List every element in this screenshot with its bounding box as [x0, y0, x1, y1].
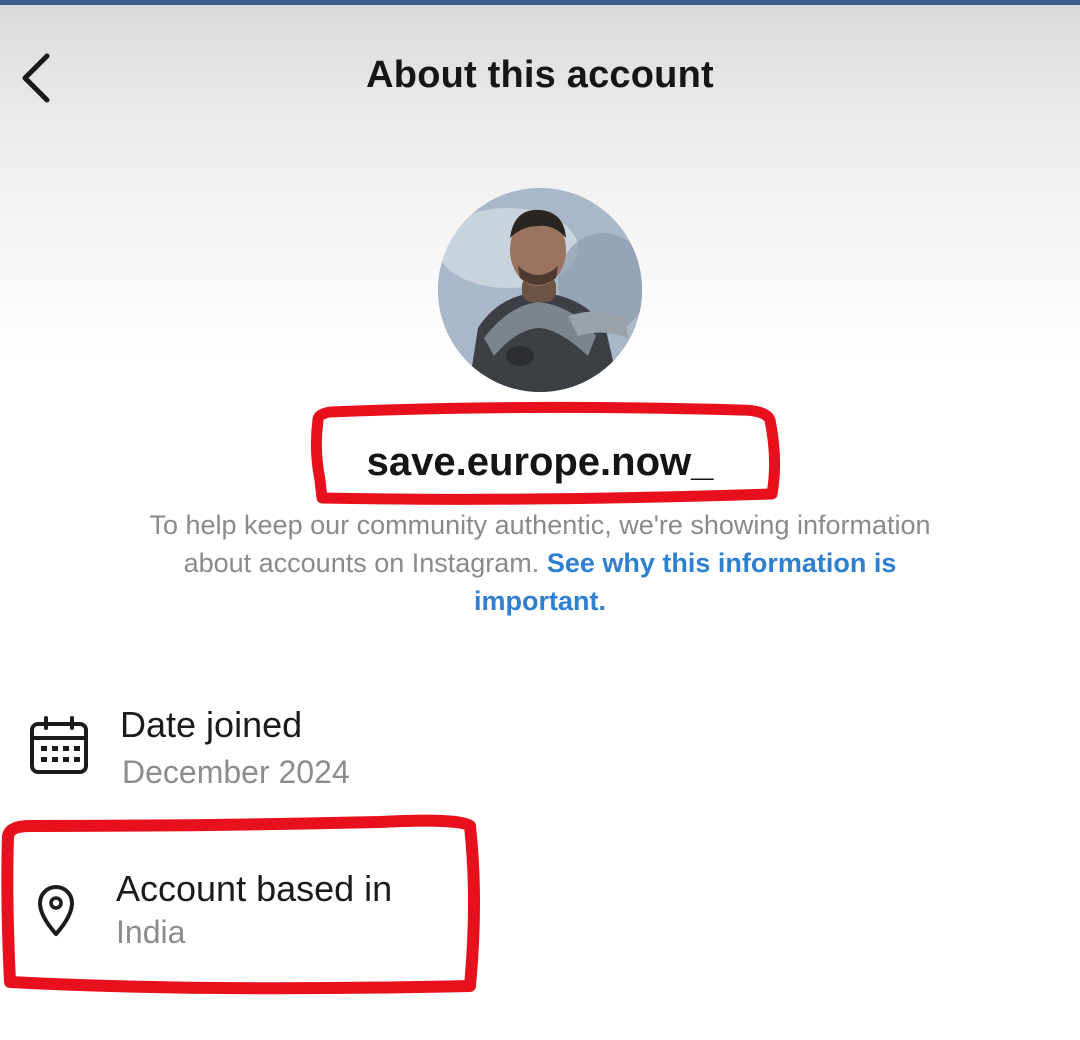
- username: save.europe.now_: [366, 440, 714, 484]
- top-strip: [0, 0, 1080, 5]
- account-based-in-value: India: [116, 914, 186, 950]
- account-notice: To help keep our community authentic, we…: [120, 506, 960, 620]
- location-pin-icon: [38, 885, 74, 936]
- account-based-in-label: Account based in: [116, 868, 393, 909]
- date-joined-label: Date joined: [120, 704, 303, 745]
- date-joined-row: Date joined December 2024: [0, 698, 1080, 808]
- calendar-icon: [30, 716, 88, 774]
- profile-photo: [438, 188, 642, 392]
- avatar[interactable]: [438, 188, 642, 392]
- account-based-in-row: Account based in India: [0, 862, 1080, 972]
- page-title: About this account: [366, 54, 714, 96]
- date-joined-value: December 2024: [122, 754, 350, 790]
